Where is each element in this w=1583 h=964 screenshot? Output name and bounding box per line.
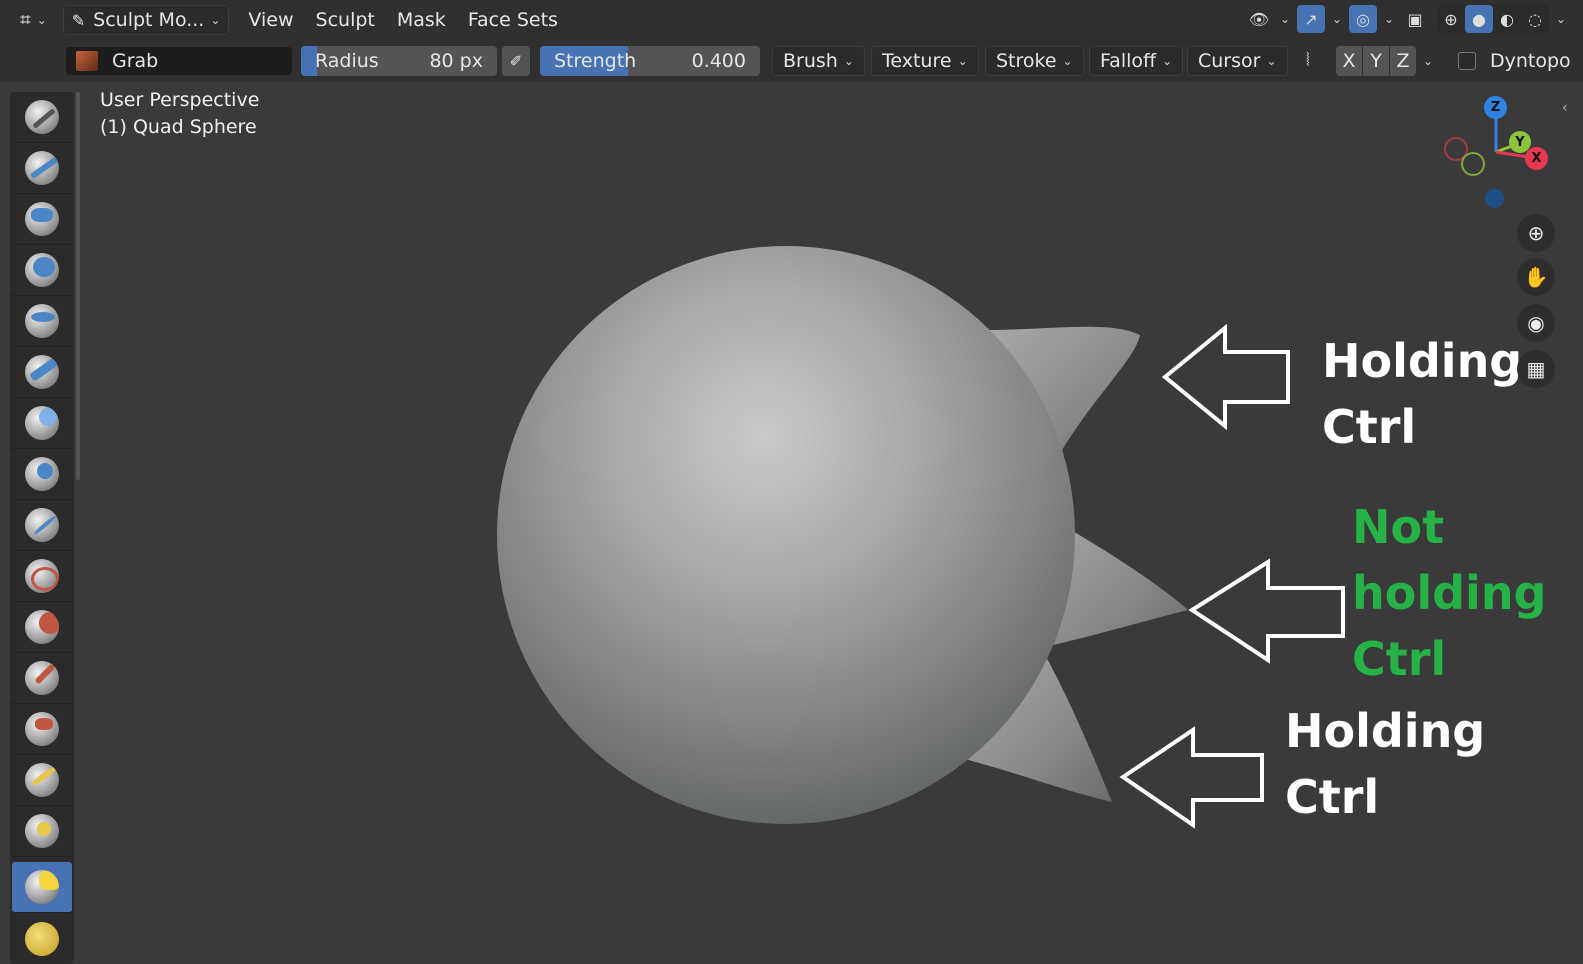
- zoom-icon[interactable]: ⊕: [1517, 214, 1555, 252]
- camera-view-icon[interactable]: ◉: [1517, 304, 1555, 342]
- gizmo-neg-z-axis[interactable]: [1485, 189, 1504, 208]
- gizmo-z-axis[interactable]: Z: [1484, 96, 1507, 119]
- gizmo-lines: [1494, 110, 1536, 160]
- gizmo-neg-y-axis[interactable]: [1461, 152, 1485, 176]
- gizmo-x-axis[interactable]: X: [1525, 147, 1548, 170]
- pan-hand-icon[interactable]: ✋: [1517, 258, 1555, 296]
- sidebar-toggle-chevron-icon[interactable]: ‹: [1562, 100, 1568, 116]
- perspective-grid-icon[interactable]: ▦: [1517, 350, 1555, 388]
